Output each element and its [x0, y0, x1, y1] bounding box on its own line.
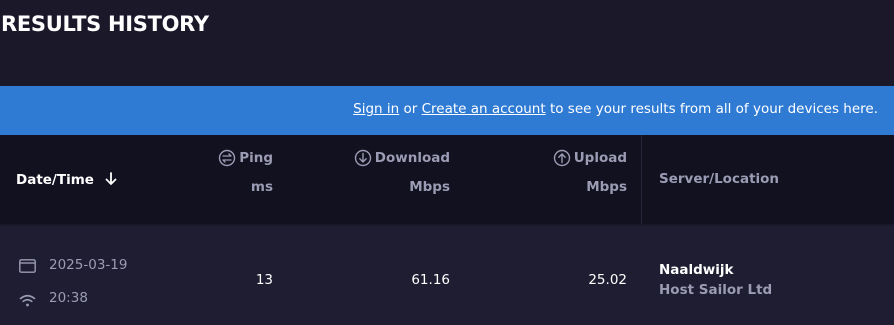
wifi-icon [19, 292, 36, 311]
date-time-header-label: Date/Time [16, 172, 94, 188]
sign-in-banner: Sign in or Create an account to see your… [0, 86, 894, 135]
table-row[interactable]: 2025-03-19 20:38 13 61.16 25.02 Naaldwij… [0, 226, 894, 325]
banner-or-text: or [399, 101, 422, 117]
upload-header[interactable]: Upload Mbps [530, 135, 627, 224]
result-time: 20:38 [49, 290, 88, 306]
column-divider [641, 135, 642, 224]
arrow-down-icon [105, 172, 117, 190]
ping-unit: ms [250, 179, 273, 195]
upload-header-label: Upload [573, 150, 627, 166]
result-date: 2025-03-19 [49, 257, 128, 273]
page-title: RESULTS HISTORY [1, 12, 209, 36]
upload-icon [553, 149, 571, 167]
ping-header[interactable]: Ping ms [200, 135, 273, 224]
download-header-label: Download [374, 150, 450, 166]
server-name: Naaldwijk [659, 262, 734, 278]
download-header[interactable]: Download Mbps [340, 135, 450, 224]
create-account-link[interactable]: Create an account [422, 101, 546, 117]
banner-suffix-text: to see your results from all of your dev… [545, 101, 878, 117]
download-value: 61.16 [411, 272, 450, 288]
banner-message: Sign in or Create an account to see your… [353, 101, 878, 117]
server-host: Host Sailor Ltd [659, 282, 773, 298]
table-header: Date/Time Ping ms Download Mbps Upload M… [0, 135, 894, 224]
sign-in-link[interactable]: Sign in [353, 101, 399, 117]
app-window-icon [19, 258, 36, 277]
server-location-header: Server/Location [659, 171, 780, 187]
ping-icon [218, 149, 236, 167]
ping-header-label: Ping [239, 150, 273, 166]
date-time-header[interactable]: Date/Time [16, 172, 117, 190]
download-icon [354, 149, 372, 167]
upload-unit: Mbps [586, 179, 627, 195]
upload-value: 25.02 [588, 272, 627, 288]
download-unit: Mbps [409, 179, 450, 195]
ping-value: 13 [255, 272, 273, 288]
